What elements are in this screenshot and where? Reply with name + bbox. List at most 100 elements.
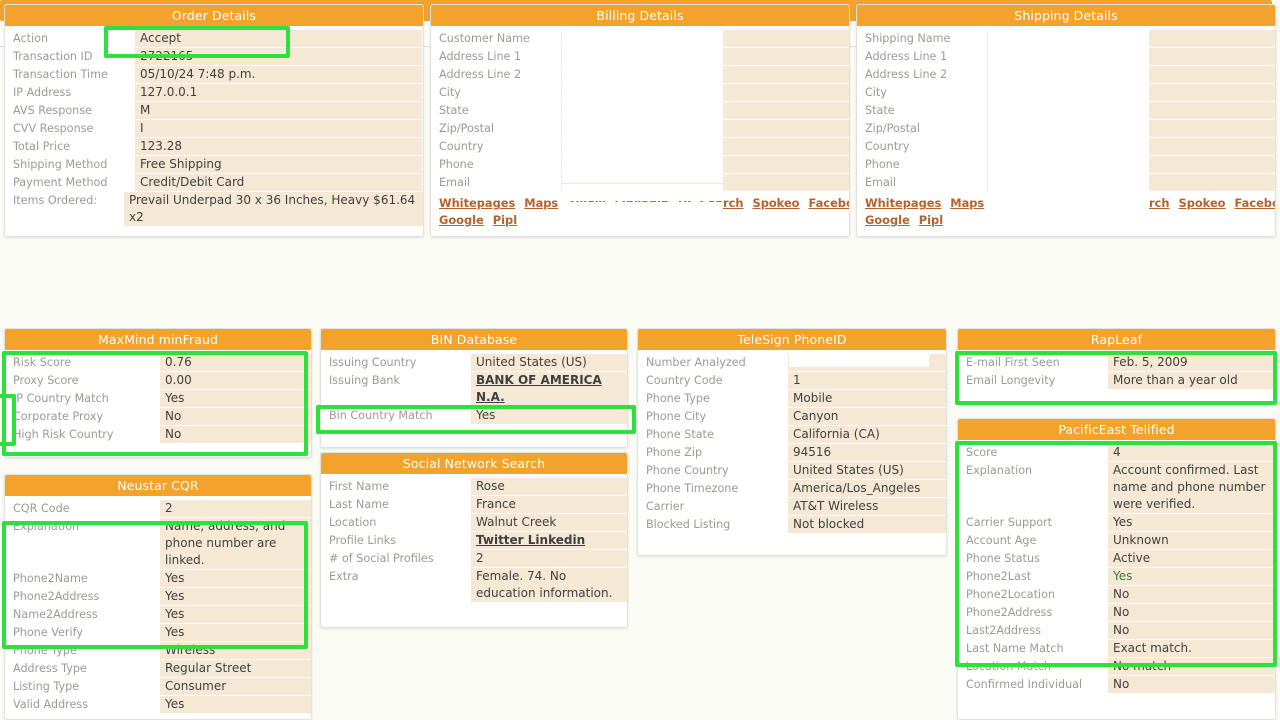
- billing-link-maps[interactable]: Maps: [524, 196, 558, 210]
- billing-label-state: State: [439, 104, 469, 117]
- pacific-row-confirmed-individual: Confirmed Individual No: [958, 676, 1275, 693]
- billing-details-body: Customer Name Address Line 1 Address Lin…: [431, 26, 849, 234]
- social-network-search-title: Social Network Search: [321, 453, 627, 474]
- order-label-ip-address: IP Address: [13, 86, 72, 99]
- telesign-value-country-code: 1: [788, 372, 946, 389]
- neustar-label-phone2address: Phone2Address: [13, 590, 100, 603]
- telesign-value-carrier: AT&T Wireless: [788, 498, 946, 515]
- bin-row-issuing-country: Issuing Country United States (US): [321, 354, 627, 371]
- order-value-total-price: 123.28: [135, 138, 422, 155]
- pacific-label-account-age: Account Age: [966, 534, 1037, 547]
- shipping-label-address-line-1: Address Line 1: [865, 50, 948, 63]
- order-label-transaction-id: Transaction ID: [13, 50, 93, 63]
- telesign-redaction-mask: [789, 350, 929, 367]
- shipping-link-facebook[interactable]: Facebook: [1235, 196, 1275, 210]
- billing-link-spokeo[interactable]: Spokeo: [753, 196, 800, 210]
- neustar-label-explanation: Explanation: [13, 520, 80, 533]
- neustar-value-cqr-code: 2: [160, 500, 311, 517]
- order-label-transaction-time: Transaction Time: [13, 68, 108, 81]
- shipping-redaction-mask: [988, 26, 1149, 218]
- pacificeast-telified-body: Score 4 Explanation Account confirmed. L…: [958, 440, 1275, 700]
- pacific-label-location-match: Location Match: [966, 660, 1052, 673]
- telesign-row-carrier: Carrier AT&T Wireless: [638, 498, 946, 515]
- pacific-row-account-age: Account Age Unknown: [958, 532, 1275, 549]
- pacific-row-last2address: Last2Address No: [958, 622, 1275, 639]
- billing-link-google[interactable]: Google: [439, 213, 484, 227]
- order-value-transaction-id: 2722165: [135, 48, 422, 65]
- social-label-extra: Extra: [329, 570, 359, 583]
- neustar-row-name2address: Name2Address Yes: [5, 606, 311, 623]
- bin-value-issuing-bank[interactable]: BANK OF AMERICA N.A.: [471, 372, 627, 406]
- rapleaf-body: E-mail First Seen Feb. 5, 2009 Email Lon…: [958, 350, 1275, 396]
- pacific-value-phone2location: No: [1108, 586, 1275, 603]
- pacificeast-telified-panel: PacificEast Telified Score 4 Explanation…: [957, 418, 1276, 720]
- pacific-row-location-match: Location Match No match: [958, 658, 1275, 675]
- shipping-label-zip-postal: Zip/Postal: [865, 122, 921, 135]
- shipping-link-google[interactable]: Google: [865, 213, 910, 227]
- pacific-row-phone2address: Phone2Address No: [958, 604, 1275, 621]
- rapleaf-row-email-longevity: Email Longevity More than a year old: [958, 372, 1275, 389]
- telesign-label-phone-country: Phone Country: [646, 464, 729, 477]
- telesign-label-blocked-listing: Blocked Listing: [646, 518, 731, 531]
- minfraud-value-high-risk-country: No: [160, 426, 311, 443]
- order-label-shipping-method: Shipping Method: [13, 158, 108, 171]
- telesign-phoneid-panel: TeleSign PhoneID Number Analyzed Country…: [637, 328, 947, 556]
- social-label-profile-links: Profile Links: [329, 534, 397, 547]
- telesign-value-phone-type: Mobile: [788, 390, 946, 407]
- pacific-label-phone2last: Phone2Last: [966, 570, 1032, 583]
- rapleaf-panel: RapLeaf E-mail First Seen Feb. 5, 2009 E…: [957, 328, 1276, 404]
- shipping-label-address-line-2: Address Line 2: [865, 68, 948, 81]
- order-row-items-ordered: Items Ordered: Prevail Underpad 30 x 36 …: [5, 192, 423, 226]
- pacific-row-score: Score 4: [958, 444, 1275, 461]
- neustar-label-valid-address: Valid Address: [13, 698, 89, 711]
- pacific-value-score: 4: [1108, 444, 1275, 461]
- shipping-link-whitepages[interactable]: Whitepages: [865, 196, 941, 210]
- bin-label-bin-country-match: Bin Country Match: [329, 409, 433, 422]
- minfraud-value-risk-score: 0.76: [160, 354, 311, 371]
- neustar-row-phone2name: Phone2Name Yes: [5, 570, 311, 587]
- telesign-value-phone-state: California (CA): [788, 426, 946, 443]
- social-row-profile-links: Profile Links Twitter Linkedin: [321, 532, 627, 549]
- social-value-profile-links[interactable]: Twitter Linkedin: [471, 532, 627, 549]
- maxmind-minfraud-title: MaxMind minFraud: [5, 329, 311, 350]
- neustar-value-phone2address: Yes: [160, 588, 311, 605]
- pacific-label-score: Score: [966, 446, 998, 459]
- bin-label-issuing-country: Issuing Country: [329, 356, 417, 369]
- minfraud-row-high-risk-country: High Risk Country No: [5, 426, 311, 443]
- billing-redaction-mask-phone: [562, 184, 723, 201]
- order-row-avs-response: AVS Response M: [5, 102, 423, 119]
- shipping-link-maps[interactable]: Maps: [950, 196, 984, 210]
- order-details-title: Order Details: [5, 5, 423, 26]
- telesign-row-phone-zip: Phone Zip 94516: [638, 444, 946, 461]
- pacific-value-phone2last: Yes: [1108, 568, 1275, 585]
- neustar-value-phone-verify: Yes: [160, 624, 311, 641]
- social-value-number-of-social-profiles: 2: [471, 550, 627, 567]
- telesign-label-phone-state: Phone State: [646, 428, 714, 441]
- neustar-row-explanation: Explanation Name, address, and phone num…: [5, 518, 311, 569]
- billing-link-facebook[interactable]: Facebook: [809, 196, 849, 210]
- telesign-label-phone-zip: Phone Zip: [646, 446, 703, 459]
- billing-label-phone: Phone: [439, 158, 474, 171]
- social-label-last-name: Last Name: [329, 498, 389, 511]
- shipping-link-spokeo[interactable]: Spokeo: [1179, 196, 1226, 210]
- pacific-value-carrier-support: Yes: [1108, 514, 1275, 531]
- billing-link-whitepages[interactable]: Whitepages: [439, 196, 515, 210]
- billing-redaction-mask: [562, 26, 723, 183]
- telesign-label-number-analyzed: Number Analyzed: [646, 356, 746, 369]
- neustar-row-phone2address: Phone2Address Yes: [5, 588, 311, 605]
- order-value-ip-address: 127.0.0.1: [135, 84, 422, 101]
- telesign-label-phone-type: Phone Type: [646, 392, 710, 405]
- shipping-link-pipl[interactable]: Pipl: [919, 213, 943, 227]
- order-row-payment-method: Payment Method Credit/Debit Card: [5, 174, 423, 191]
- minfraud-label-proxy-score: Proxy Score: [13, 374, 79, 387]
- pacific-value-explanation: Account confirmed. Last name and phone n…: [1108, 462, 1275, 513]
- telesign-value-phone-timezone: America/Los_Angeles: [788, 480, 946, 497]
- social-row-extra: Extra Female. 74. No education informati…: [321, 568, 627, 602]
- shipping-label-city: City: [865, 86, 887, 99]
- billing-link-pipl[interactable]: Pipl: [493, 213, 517, 227]
- pacific-label-explanation: Explanation: [966, 464, 1033, 477]
- social-network-search-body: First Name Rose Last Name France Locatio…: [321, 474, 627, 609]
- billing-details-title: Billing Details: [431, 5, 849, 26]
- pacific-value-phone-status: Active: [1108, 550, 1275, 567]
- telesign-row-phone-city: Phone City Canyon: [638, 408, 946, 425]
